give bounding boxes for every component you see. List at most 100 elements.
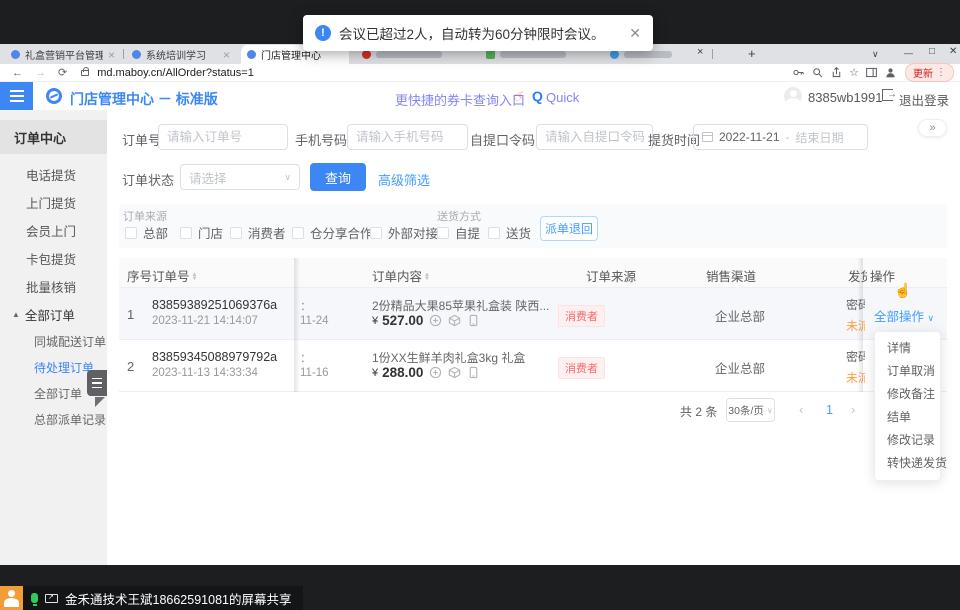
share-icon[interactable] bbox=[830, 66, 843, 79]
col-seq: 序号 bbox=[127, 266, 152, 285]
coupon-query-link[interactable]: 更快捷的券卡查询入口 bbox=[395, 90, 525, 109]
col-shipping: 发货 bbox=[848, 266, 867, 285]
checkbox-icon[interactable] bbox=[370, 227, 382, 239]
menu-item-cancel-order[interactable]: 订单取消 bbox=[875, 360, 940, 383]
sort-icon[interactable]: ▲▼ bbox=[424, 273, 430, 281]
checkbox-icon[interactable] bbox=[180, 227, 192, 239]
checkbox-icon[interactable] bbox=[125, 227, 137, 239]
pickup-code-label: 自提口令码 bbox=[470, 130, 535, 149]
sidebar-item-batch-verify[interactable]: 批量核销 bbox=[0, 272, 107, 300]
sidebar-item-door-pickup[interactable]: 上门提货 bbox=[0, 188, 107, 216]
pickup-code-input[interactable] bbox=[536, 124, 653, 150]
collapse-panel-button[interactable]: » bbox=[918, 119, 947, 137]
sidebar-item-city-delivery-orders[interactable]: 同城配送订单 bbox=[0, 328, 107, 354]
window-close-icon[interactable]: ✕ bbox=[949, 46, 957, 57]
browser-tab-1[interactable]: 礼盒营销平台管理中心 × bbox=[5, 45, 122, 64]
package-icon bbox=[448, 314, 461, 327]
all-actions-dropdown[interactable]: 全部操作 ∨ bbox=[874, 306, 934, 325]
zoom-icon[interactable] bbox=[811, 66, 824, 79]
toast-message: 会议已超过2人，自动转为60分钟限时会议。 bbox=[339, 23, 605, 43]
advanced-filter-link[interactable]: 高级筛选 bbox=[378, 170, 430, 189]
checkbox-icon[interactable] bbox=[437, 227, 449, 239]
user-avatar[interactable] bbox=[784, 87, 802, 105]
tab-title-unreadable bbox=[624, 51, 672, 58]
sidebar-group-all-orders[interactable]: ▲ 全部订单 bbox=[0, 300, 107, 328]
menu-toggle-button[interactable] bbox=[0, 82, 33, 110]
checkbox-delivery-send[interactable]: 送货 bbox=[488, 223, 531, 242]
row-order-time: 2023-11-21 14:14:07 bbox=[152, 315, 258, 327]
sidebar-section-order-center: 订单中心 bbox=[0, 120, 107, 154]
order-status-select[interactable]: 请选择 ∨ bbox=[180, 164, 300, 190]
browser-menu-dots-icon[interactable]: ⋮ bbox=[936, 67, 946, 78]
tab-close-icon[interactable]: × bbox=[223, 48, 230, 62]
side-panel-handle[interactable] bbox=[87, 370, 107, 396]
row-shipping: 密码 未派 bbox=[846, 296, 865, 336]
tab-title: 礼盒营销平台管理中心 bbox=[25, 47, 103, 62]
logout-button[interactable]: 退出登录 bbox=[899, 90, 949, 109]
sidebar-item-member-visit[interactable]: 会员上门 bbox=[0, 216, 107, 244]
row-order-time: 2023-11-13 14:33:34 bbox=[152, 367, 258, 379]
phone-input[interactable] bbox=[347, 124, 468, 150]
menu-item-switch-express[interactable]: 转快递发货 bbox=[875, 452, 940, 475]
browser-window: 礼盒营销平台管理中心 × 系统培训学习 × 门店管理中心 bbox=[0, 44, 960, 565]
tab-favicon bbox=[132, 50, 141, 59]
dispatch-return-button[interactable]: 派单退回 bbox=[540, 216, 598, 241]
tab-favicon bbox=[247, 50, 256, 59]
screen-share-icon bbox=[45, 594, 58, 603]
quick-link[interactable]: Quick bbox=[546, 90, 579, 105]
menu-item-edit-note[interactable]: 修改备注 bbox=[875, 383, 940, 406]
phone-icon bbox=[467, 314, 480, 327]
menu-item-details[interactable]: 详情 bbox=[875, 337, 940, 360]
browser-tab-2[interactable]: 系统培训学习 × bbox=[126, 45, 238, 64]
page-size-select[interactable]: 30条/页 ∨ bbox=[726, 398, 775, 422]
reload-icon[interactable]: ⟳ bbox=[58, 66, 67, 79]
window-menu-icon[interactable]: ∨ bbox=[872, 49, 879, 60]
source-badge: 消费者 bbox=[558, 357, 605, 379]
quick-icon: Q bbox=[532, 88, 543, 104]
sort-icon[interactable]: ▲▼ bbox=[192, 273, 198, 281]
col-order-content[interactable]: 订单内容▲▼ bbox=[372, 266, 430, 285]
window-maximize-icon[interactable]: □ bbox=[929, 46, 935, 57]
meeting-toast: ! 会议已超过2人，自动转为60分钟限时会议。 ✕ bbox=[303, 15, 653, 51]
checkbox-source-hq[interactable]: 总部 bbox=[125, 223, 168, 242]
table-row[interactable]: 2 83859345088979792a 2023-11-13 14:33:34… bbox=[119, 340, 947, 392]
checkbox-icon[interactable] bbox=[230, 227, 242, 239]
profile-icon[interactable] bbox=[884, 66, 897, 79]
bookmark-star-icon[interactable]: ☆ bbox=[849, 66, 859, 79]
row-order-no: 83859389251069376a bbox=[152, 298, 277, 312]
checkbox-icon[interactable] bbox=[488, 227, 500, 239]
checkbox-delivery-self-pickup[interactable]: 自提 bbox=[437, 223, 480, 242]
pickup-time-range-input[interactable]: 2022-11-21 - 结束日期 bbox=[693, 124, 868, 150]
actions-menu: 详情 订单取消 修改备注 结单 修改记录 转快递发货 bbox=[874, 331, 941, 481]
prev-page-icon[interactable]: ‹ bbox=[799, 402, 803, 417]
checkbox-source-external[interactable]: 外部对接 bbox=[370, 223, 438, 242]
sidebar-item-phone-pickup[interactable]: 电话提货 bbox=[0, 160, 107, 188]
chrome-update-button[interactable]: 更新 ⋮ bbox=[905, 63, 954, 82]
menu-item-close-order[interactable]: 结单 bbox=[875, 406, 940, 429]
url-text[interactable]: md.maboy.cn/AllOrder?status=1 bbox=[97, 67, 254, 79]
forward-icon[interactable]: → bbox=[35, 67, 46, 79]
tab-close-icon[interactable]: × bbox=[108, 48, 115, 62]
side-panel-icon[interactable] bbox=[865, 66, 878, 79]
next-page-icon[interactable]: › bbox=[851, 402, 855, 417]
table-row[interactable]: 1 83859389251069376a 2023-11-21 14:14:07… bbox=[119, 288, 947, 340]
menu-item-edit-history[interactable]: 修改记录 bbox=[875, 429, 940, 452]
table-header: 序号 订单号▲▼ 订单内容▲▼ 订单来源 销售渠道 发货 操作 bbox=[119, 258, 947, 288]
toast-close-icon[interactable]: ✕ bbox=[629, 25, 641, 42]
page-number[interactable]: 1 bbox=[826, 403, 833, 417]
back-icon[interactable]: ← bbox=[12, 67, 23, 79]
tab-close-icon[interactable]: × bbox=[697, 46, 703, 58]
checkbox-source-warehouse-share[interactable]: 仓分享合作 bbox=[292, 223, 373, 242]
key-icon[interactable] bbox=[792, 66, 805, 79]
window-minimize-icon[interactable]: — bbox=[904, 48, 913, 58]
checkbox-source-store[interactable]: 门店 bbox=[180, 223, 223, 242]
new-tab-button[interactable]: + bbox=[748, 46, 756, 61]
query-button[interactable]: 查询 bbox=[310, 163, 366, 191]
col-order-no[interactable]: 订单号▲▼ bbox=[152, 266, 197, 285]
order-no-input[interactable] bbox=[158, 124, 288, 150]
start-date-value: 2022-11-21 bbox=[719, 130, 780, 144]
sidebar-item-card-pickup[interactable]: 卡包提货 bbox=[0, 244, 107, 272]
checkbox-source-consumer[interactable]: 消费者 bbox=[230, 223, 286, 242]
sidebar-item-hq-dispatch-records[interactable]: 总部派单记录 bbox=[0, 406, 107, 432]
checkbox-icon[interactable] bbox=[292, 227, 304, 239]
